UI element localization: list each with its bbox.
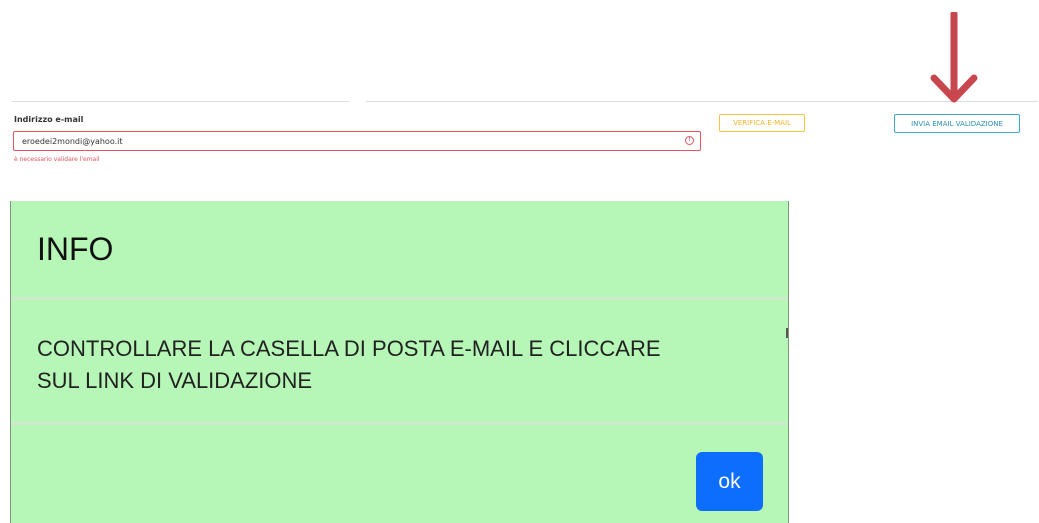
- dialog-title: INFO: [37, 231, 114, 267]
- send-validation-email-button[interactable]: INVIA EMAIL VALIDAZIONE: [894, 114, 1020, 133]
- verify-email-button[interactable]: VERIFICA E-MAIL: [719, 114, 805, 132]
- dialog-footer-divider: [11, 422, 788, 425]
- alert-circle-icon: !: [685, 136, 694, 145]
- dialog-message: CONTROLLARE LA CASELLA DI POSTA E-MAIL E…: [37, 333, 737, 397]
- validation-error-message: è necessario validare l'email: [14, 156, 100, 163]
- dialog-header-divider: [11, 297, 788, 300]
- dialog-message-line: CONTROLLARE LA CASELLA DI POSTA E-MAIL E…: [37, 336, 661, 361]
- divider-line: [12, 101, 349, 102]
- email-label: Indirizzo e-mail: [14, 115, 84, 124]
- ok-button[interactable]: ok: [696, 452, 763, 511]
- dialog-message-line: SUL LINK DI VALIDAZIONE: [37, 368, 313, 393]
- scrollbar-mark: [786, 328, 788, 338]
- email-value: eroedei2mondi@yahoo.it: [22, 137, 123, 146]
- arrow-down-icon: [930, 12, 978, 103]
- email-field[interactable]: eroedei2mondi@yahoo.it !: [13, 131, 701, 151]
- info-dialog: INFO CONTROLLARE LA CASELLA DI POSTA E-M…: [10, 201, 789, 523]
